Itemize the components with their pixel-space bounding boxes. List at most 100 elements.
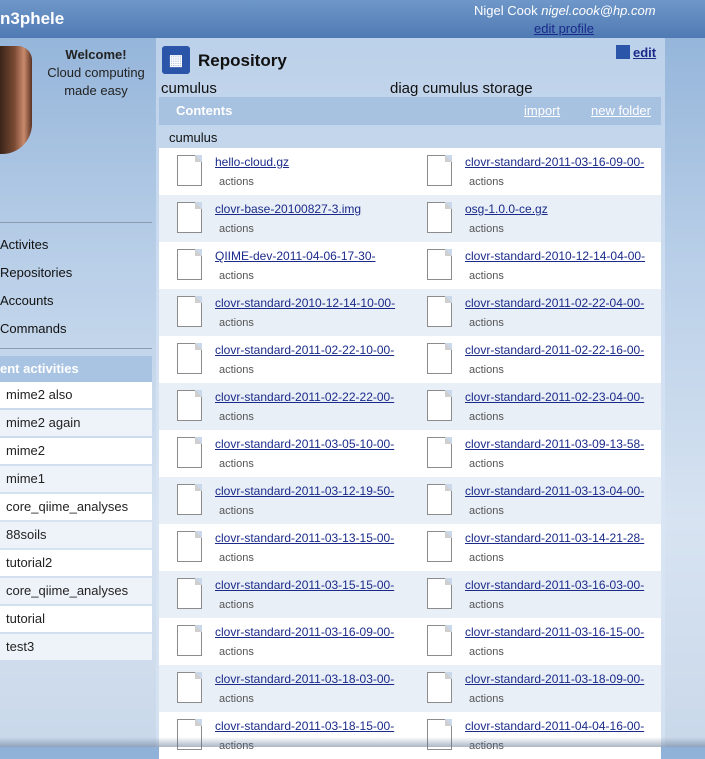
file-icon[interactable] <box>177 343 202 374</box>
file-actions-link[interactable]: actions <box>469 693 504 705</box>
file-name-link[interactable]: clovr-standard-2011-03-15-15-00- <box>215 578 403 592</box>
file-actions-link[interactable]: actions <box>469 552 504 564</box>
file-actions-link[interactable]: actions <box>469 505 504 517</box>
file-name-link[interactable]: clovr-standard-2011-03-14-21-28- <box>465 531 653 545</box>
recent-activity-item[interactable]: 88soils <box>0 522 152 548</box>
file-actions-link[interactable]: actions <box>469 458 504 470</box>
nav-accounts[interactable]: Accounts <box>0 293 53 308</box>
file-name-link[interactable]: clovr-standard-2010-12-14-10-00- <box>215 296 403 310</box>
file-actions-link[interactable]: actions <box>469 270 504 282</box>
file-name-link[interactable]: clovr-standard-2011-03-09-13-58- <box>465 437 653 451</box>
file-icon[interactable] <box>427 202 452 233</box>
nav-activities[interactable]: Activites <box>0 237 48 252</box>
file-actions-link[interactable]: actions <box>219 411 254 423</box>
file-actions-link[interactable]: actions <box>469 646 504 658</box>
nav-commands[interactable]: Commands <box>0 321 66 336</box>
file-name-link[interactable]: clovr-standard-2011-03-16-15-00- <box>465 625 653 639</box>
file-actions-link[interactable]: actions <box>469 411 504 423</box>
file-name-link[interactable]: clovr-standard-2011-03-18-09-00- <box>465 672 653 686</box>
file-name-link[interactable]: clovr-standard-2011-03-16-09-00- <box>465 155 653 169</box>
recent-activity-item[interactable]: mime1 <box>0 466 152 492</box>
recent-activity-item[interactable]: mime2 <box>0 438 152 464</box>
file-actions-link[interactable]: actions <box>219 317 254 329</box>
file-name-link[interactable]: QIIME-dev-2011-04-06-17-30- <box>215 249 403 263</box>
file-icon[interactable] <box>177 155 202 186</box>
file-actions-link[interactable]: actions <box>219 364 254 376</box>
edit-profile-link[interactable]: edit profile <box>534 21 594 36</box>
file-actions-link[interactable]: actions <box>219 693 254 705</box>
new-folder-link[interactable]: new folder <box>591 97 651 125</box>
file-name-link[interactable]: clovr-standard-2011-03-13-15-00- <box>215 531 403 545</box>
breadcrumb[interactable]: cumulus <box>169 130 217 145</box>
file-icon[interactable] <box>177 202 202 233</box>
file-actions-link[interactable]: actions <box>219 646 254 658</box>
file-name-link[interactable]: osg-1.0.0-ce.gz <box>465 202 653 216</box>
file-icon[interactable] <box>427 531 452 562</box>
file-name-link[interactable]: clovr-standard-2011-03-05-10-00- <box>215 437 403 451</box>
file-actions-link[interactable]: actions <box>219 599 254 611</box>
file-icon[interactable] <box>427 625 452 656</box>
file-icon[interactable] <box>427 578 452 609</box>
file-icon[interactable] <box>177 296 202 327</box>
file-icon[interactable] <box>427 437 452 468</box>
file-name-link[interactable]: clovr-standard-2011-02-23-04-00- <box>465 390 653 404</box>
file-name-link[interactable]: clovr-base-20100827-3.img <box>215 202 403 216</box>
file-name-link[interactable]: clovr-standard-2010-12-14-04-00- <box>465 249 653 263</box>
file-name-link[interactable]: clovr-standard-2011-02-22-16-00- <box>465 343 653 357</box>
recent-activity-item[interactable]: core_qiime_analyses <box>0 578 152 604</box>
file-icon[interactable] <box>177 437 202 468</box>
file-name-link[interactable]: clovr-standard-2011-02-22-04-00- <box>465 296 653 310</box>
edit-repository-button[interactable]: edit <box>616 45 656 60</box>
recent-activity-item[interactable]: core_qiime_analyses <box>0 494 152 520</box>
file-icon[interactable] <box>177 625 202 656</box>
file-actions-link[interactable]: actions <box>469 317 504 329</box>
file-icon[interactable] <box>427 484 452 515</box>
file-icon[interactable] <box>177 249 202 280</box>
top-bar: n3phele Nigel Cook nigel.cook@hp.com edi… <box>0 0 705 38</box>
recent-activity-item[interactable]: tutorial <box>0 606 152 632</box>
file-item: clovr-standard-2011-03-16-15-00- actions <box>409 618 654 665</box>
file-icon[interactable] <box>177 578 202 609</box>
file-icon[interactable] <box>427 249 452 280</box>
file-icon[interactable] <box>427 672 452 703</box>
file-actions-link[interactable]: actions <box>219 458 254 470</box>
file-icon[interactable] <box>177 390 202 421</box>
file-icon[interactable] <box>177 484 202 515</box>
file-icon[interactable] <box>177 531 202 562</box>
recent-activity-item[interactable]: test3 <box>0 634 152 660</box>
file-name-link[interactable]: clovr-standard-2011-03-18-15-00- <box>215 719 403 733</box>
file-icon[interactable] <box>427 343 452 374</box>
recent-activity-item[interactable]: mime2 again <box>0 410 152 436</box>
file-actions-link[interactable]: actions <box>219 552 254 564</box>
file-actions-link[interactable]: actions <box>219 270 254 282</box>
file-icon[interactable] <box>427 155 452 186</box>
file-icon[interactable] <box>427 296 452 327</box>
file-actions-link[interactable]: actions <box>469 364 504 376</box>
file-actions-link[interactable]: actions <box>219 505 254 517</box>
file-name-link[interactable]: clovr-standard-2011-03-18-03-00- <box>215 672 403 686</box>
repository-description: diag cumulus storage <box>390 80 533 97</box>
file-name-link[interactable]: clovr-standard-2011-02-22-22-00- <box>215 390 403 404</box>
file-name-link[interactable]: clovr-standard-2011-03-13-04-00- <box>465 484 653 498</box>
file-actions-link[interactable]: actions <box>469 176 504 188</box>
app-brand[interactable]: n3phele <box>0 9 64 29</box>
file-item: clovr-standard-2011-02-22-16-00- actions <box>409 336 654 383</box>
import-link[interactable]: import <box>524 97 560 125</box>
file-item: clovr-standard-2011-03-14-21-28- actions <box>409 524 654 571</box>
recent-activity-item[interactable]: mime2 also <box>0 382 152 408</box>
file-name-link[interactable]: clovr-standard-2011-04-04-16-00- <box>465 719 653 733</box>
file-name-link[interactable]: hello-cloud.gz <box>215 155 403 169</box>
file-icon[interactable] <box>427 390 452 421</box>
file-name-link[interactable]: clovr-standard-2011-02-22-10-00- <box>215 343 403 357</box>
nav-repositories[interactable]: Repositories <box>0 265 72 280</box>
welcome-title: Welcome! <box>65 47 127 62</box>
file-actions-link[interactable]: actions <box>219 176 254 188</box>
file-actions-link[interactable]: actions <box>469 599 504 611</box>
file-icon[interactable] <box>177 672 202 703</box>
file-name-link[interactable]: clovr-standard-2011-03-16-09-00- <box>215 625 403 639</box>
file-actions-link[interactable]: actions <box>219 223 254 235</box>
file-name-link[interactable]: clovr-standard-2011-03-16-03-00- <box>465 578 653 592</box>
file-name-link[interactable]: clovr-standard-2011-03-12-19-50- <box>215 484 403 498</box>
recent-activity-item[interactable]: tutorial2 <box>0 550 152 576</box>
file-actions-link[interactable]: actions <box>469 223 504 235</box>
